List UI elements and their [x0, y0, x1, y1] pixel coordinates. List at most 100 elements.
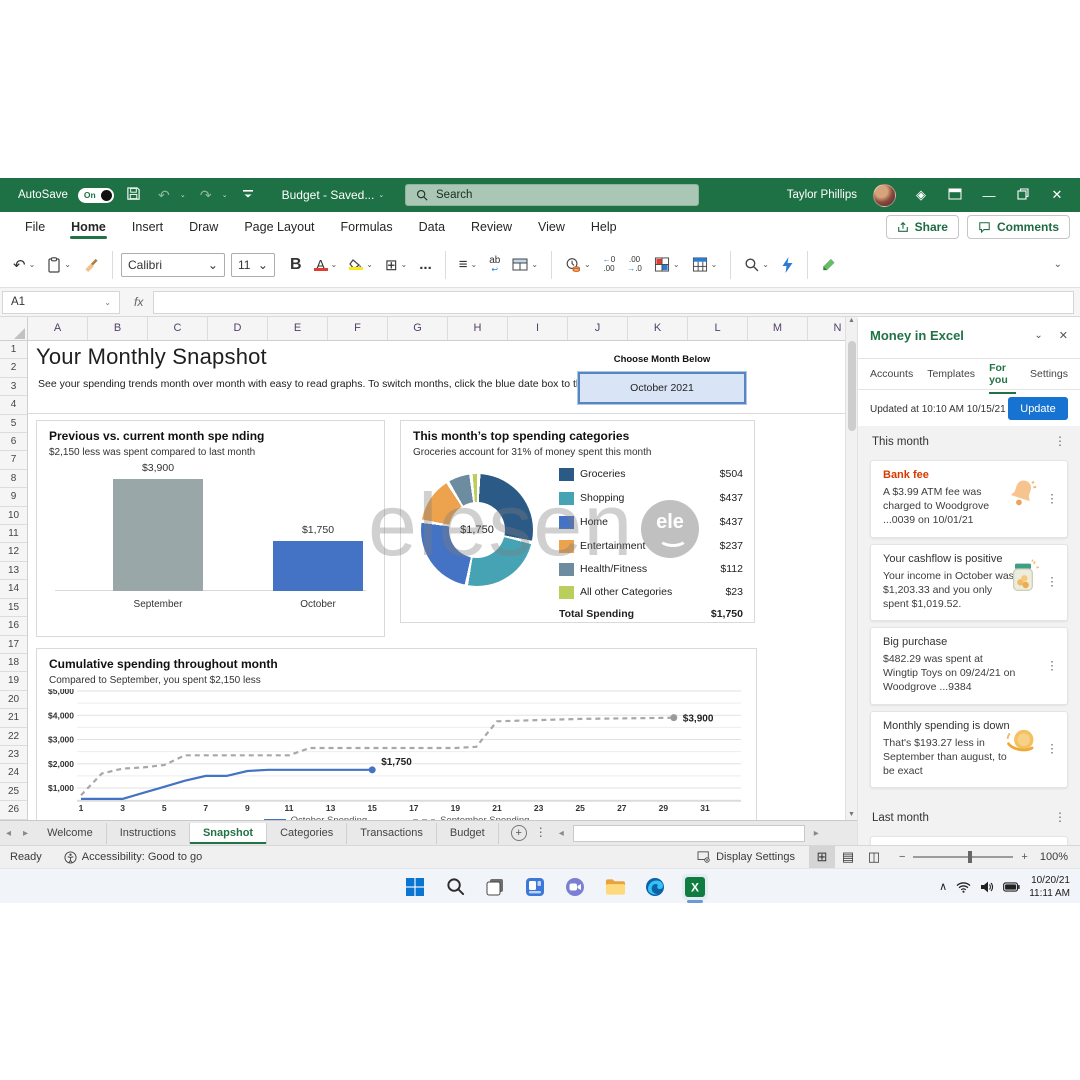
feed-card-spending-down[interactable]: Monthly spending is down That's $193.27 …: [870, 711, 1068, 789]
row-header[interactable]: 22: [0, 728, 27, 746]
taskbar-search-icon[interactable]: [442, 874, 468, 900]
normal-view-button[interactable]: ⊞: [809, 846, 835, 868]
tab-draw[interactable]: Draw: [176, 214, 231, 240]
sheet-tab-transactions[interactable]: Transactions: [347, 823, 437, 844]
font-color-button[interactable]: A⌄: [309, 250, 343, 280]
zoom-slider-thumb[interactable]: [968, 851, 972, 863]
chat-icon[interactable]: [562, 874, 588, 900]
undo-icon[interactable]: ↶: [154, 187, 174, 204]
save-icon[interactable]: [124, 186, 144, 204]
font-name-select[interactable]: Calibri⌄: [121, 253, 225, 277]
sheet-tab-categories[interactable]: Categories: [267, 823, 347, 844]
column-header[interactable]: A: [28, 317, 88, 340]
column-header[interactable]: G: [388, 317, 448, 340]
pane-chevron-icon[interactable]: ⌄: [1034, 330, 1042, 341]
wifi-icon[interactable]: [956, 881, 971, 893]
select-all-corner[interactable]: [0, 317, 28, 341]
increase-decimal-button[interactable]: .00→.0: [622, 250, 647, 280]
paste-button[interactable]: ⌄: [42, 250, 76, 280]
decrease-decimal-button[interactable]: ←0.00: [598, 250, 620, 280]
wrap-text-button[interactable]: ab↩: [484, 250, 505, 280]
widgets-icon[interactable]: [522, 874, 548, 900]
row-header[interactable]: 5: [0, 415, 27, 433]
row-header[interactable]: 11: [0, 525, 27, 543]
zoom-in-button[interactable]: +: [1021, 851, 1027, 863]
redo-chevron-icon[interactable]: ⌄: [222, 191, 228, 199]
quick-access-toolbar-icon[interactable]: [238, 187, 258, 203]
row-header[interactable]: 20: [0, 691, 27, 709]
file-explorer-icon[interactable]: [602, 874, 628, 900]
sheet-tab-welcome[interactable]: Welcome: [34, 823, 107, 844]
undo-chevron-icon[interactable]: ⌄: [180, 191, 186, 199]
card-kebab-icon[interactable]: ⋮: [1046, 495, 1058, 502]
task-view-icon[interactable]: [482, 874, 508, 900]
row-header[interactable]: 13: [0, 562, 27, 580]
avatar[interactable]: [873, 184, 896, 207]
column-header[interactable]: B: [88, 317, 148, 340]
pane-tab-accounts[interactable]: Accounts: [870, 360, 913, 388]
minimize-button[interactable]: —: [980, 188, 998, 203]
hscroll-left-icon[interactable]: ◂: [553, 828, 570, 839]
section-kebab-icon[interactable]: ⋮: [1054, 814, 1066, 821]
sheet-nav-left-icon[interactable]: ◂: [0, 828, 17, 839]
analyze-data-icon[interactable]: [776, 250, 799, 280]
vertical-scroll-thumb[interactable]: [848, 341, 856, 431]
zoom-slider[interactable]: [913, 856, 1013, 858]
row-header[interactable]: 15: [0, 599, 27, 617]
autosave-toggle[interactable]: On: [78, 188, 114, 203]
speaker-icon[interactable]: [980, 881, 994, 893]
row-header[interactable]: 14: [0, 580, 27, 598]
ribbon-display-options-icon[interactable]: [946, 188, 964, 203]
sheet-tab-kebab-icon[interactable]: ⋮: [535, 829, 547, 836]
more-formatting-button[interactable]: ...: [414, 250, 437, 280]
card-kebab-icon[interactable]: ⋮: [1046, 662, 1058, 669]
vertical-scrollbar[interactable]: ▲▼: [845, 317, 857, 820]
row-header[interactable]: 16: [0, 617, 27, 635]
font-size-select[interactable]: 11⌄: [231, 253, 275, 277]
hscroll-right-icon[interactable]: ▸: [808, 828, 825, 839]
card-kebab-icon[interactable]: ⋮: [1046, 746, 1058, 753]
feed-card-bank-fee[interactable]: Bank fee A $3.99 ATM fee was charged to …: [870, 460, 1068, 538]
row-header[interactable]: 8: [0, 470, 27, 488]
row-header[interactable]: 2: [0, 359, 27, 377]
column-header[interactable]: M: [748, 317, 808, 340]
tab-view[interactable]: View: [525, 214, 578, 240]
pane-close-icon[interactable]: ✕: [1059, 329, 1068, 342]
row-header[interactable]: 19: [0, 672, 27, 690]
user-name[interactable]: Taylor Phillips: [787, 189, 857, 201]
name-box[interactable]: A1 ⌄: [2, 291, 120, 314]
merge-center-button[interactable]: ⌄: [507, 250, 543, 280]
column-header[interactable]: I: [508, 317, 568, 340]
format-as-table-button[interactable]: ⌄: [687, 250, 723, 280]
tab-review[interactable]: Review: [458, 214, 525, 240]
row-header[interactable]: 24: [0, 764, 27, 782]
fill-color-button[interactable]: ⌄: [344, 250, 378, 280]
section-kebab-icon[interactable]: ⋮: [1054, 438, 1066, 445]
row-header[interactable]: 6: [0, 433, 27, 451]
battery-icon[interactable]: [1003, 882, 1020, 892]
column-header[interactable]: L: [688, 317, 748, 340]
row-header[interactable]: 3: [0, 378, 27, 396]
tray-chevron-icon[interactable]: ∧: [939, 880, 947, 893]
tab-page-layout[interactable]: Page Layout: [231, 214, 327, 240]
row-header[interactable]: 10: [0, 507, 27, 525]
column-header[interactable]: K: [628, 317, 688, 340]
column-header[interactable]: J: [568, 317, 628, 340]
tab-file[interactable]: File: [12, 214, 58, 240]
sheet-tab-snapshot[interactable]: Snapshot: [190, 823, 267, 844]
row-header[interactable]: 12: [0, 543, 27, 561]
sheet-nav-right-icon[interactable]: ▸: [17, 828, 34, 839]
number-format-button[interactable]: ⌄: [560, 250, 596, 280]
column-header[interactable]: N: [808, 317, 845, 340]
update-button[interactable]: Update: [1008, 397, 1068, 420]
tab-data[interactable]: Data: [406, 214, 458, 240]
tab-insert[interactable]: Insert: [119, 214, 176, 240]
tab-help[interactable]: Help: [578, 214, 630, 240]
column-header[interactable]: E: [268, 317, 328, 340]
ribbon-collapse-chevron-icon[interactable]: ⌄: [1054, 259, 1062, 270]
worksheet[interactable]: Your Monthly Snapshot See your spending …: [28, 341, 845, 821]
formula-input[interactable]: [153, 291, 1074, 314]
sensitivity-icon[interactable]: [816, 250, 842, 280]
page-break-view-button[interactable]: ◫: [861, 846, 887, 868]
close-button[interactable]: ✕: [1048, 187, 1066, 203]
